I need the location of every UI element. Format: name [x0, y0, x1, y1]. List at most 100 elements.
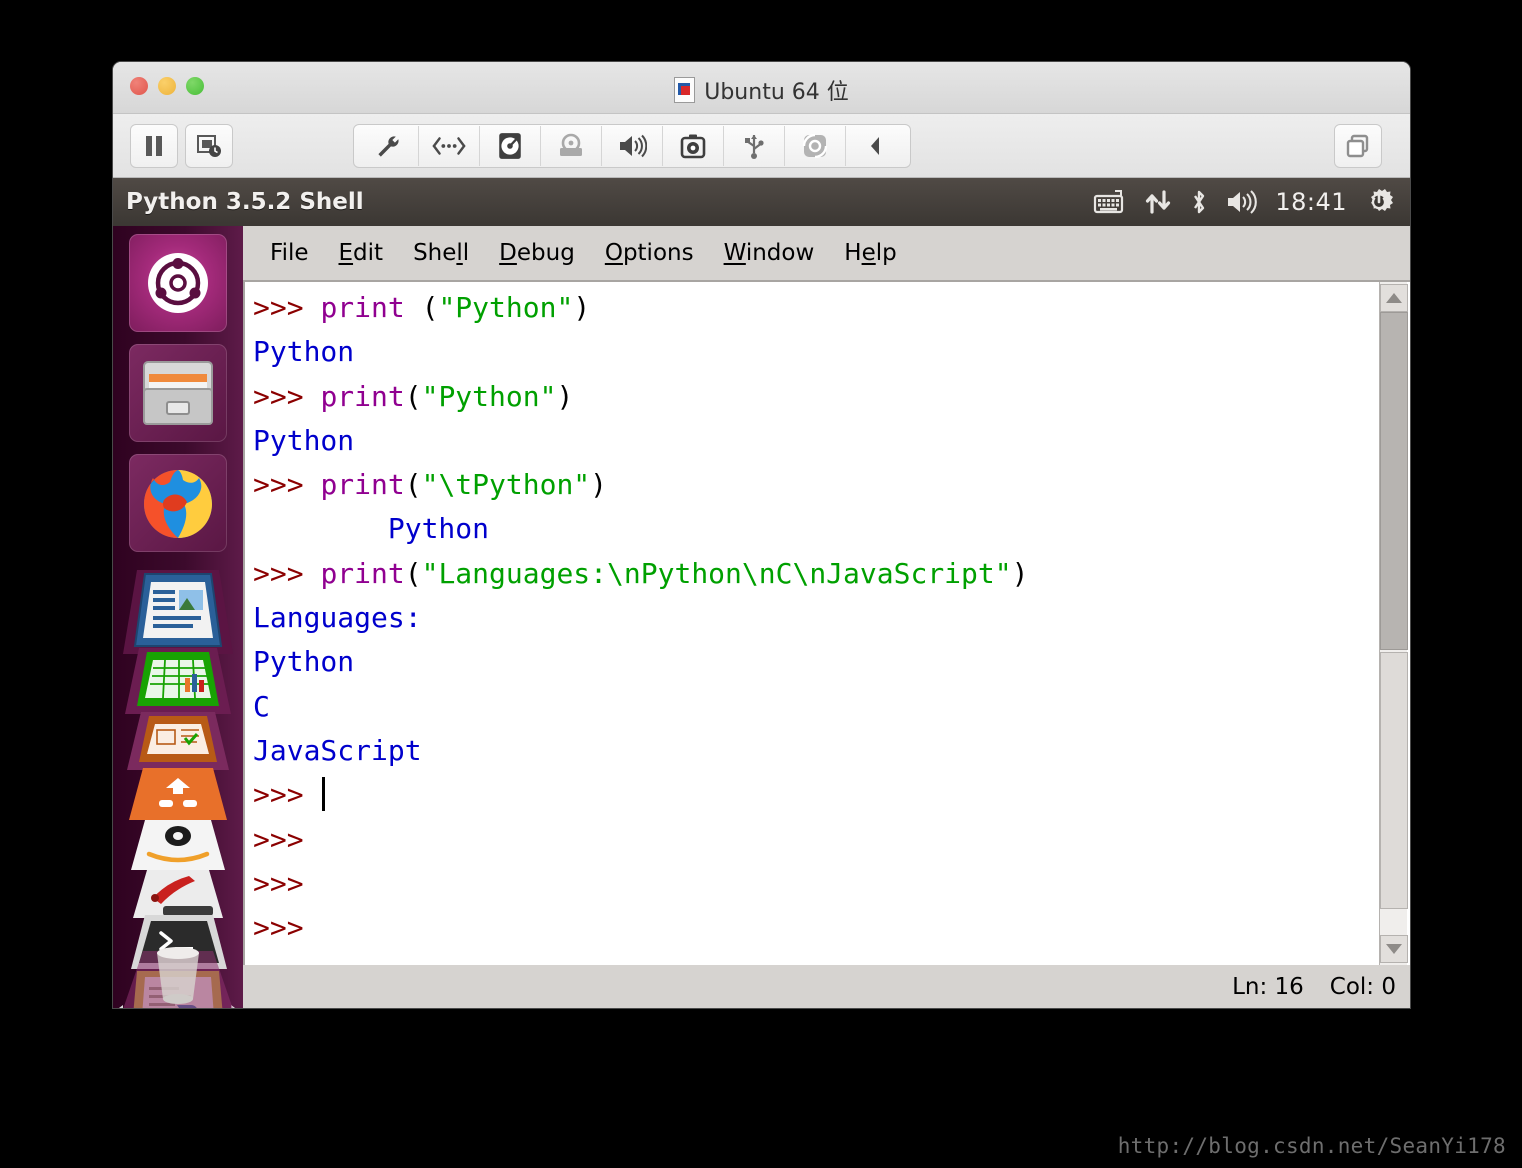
launcher-item-trash[interactable]: [113, 945, 243, 1008]
scrollbar-thumb[interactable]: [1380, 312, 1408, 650]
vm-title-group: Ubuntu 64 位: [113, 74, 1410, 106]
network-transfer-icon[interactable]: [1144, 188, 1172, 216]
shell-token-plain: ): [573, 291, 591, 324]
scroll-down-arrow[interactable]: [1380, 935, 1408, 963]
file-cabinet-icon: [143, 361, 213, 425]
scroll-up-arrow[interactable]: [1380, 284, 1408, 312]
shell-token-plain: ): [590, 468, 608, 502]
snapshot-button[interactable]: [185, 124, 233, 168]
launcher-item-calc[interactable]: [113, 644, 243, 716]
camera-icon[interactable]: [662, 126, 723, 166]
session-gear-icon[interactable]: [1364, 187, 1394, 217]
launcher-item-amazon[interactable]: [113, 816, 243, 872]
shell-token-kw: print: [320, 556, 405, 590]
shell-token-plain: (: [404, 556, 422, 590]
panel-window-title: Python 3.5.2 Shell: [126, 189, 364, 215]
shell-line: >>> print("Python"): [253, 375, 1374, 419]
pause-icon: [146, 136, 162, 156]
shell-scrollbar[interactable]: [1375, 282, 1410, 965]
launcher-item-software[interactable]: [113, 764, 243, 822]
shell-line: >>>: [253, 906, 1374, 950]
collapse-arrow-icon[interactable]: [845, 126, 906, 166]
chevron-up-icon: [1386, 293, 1402, 303]
shell-line: >>>: [253, 773, 1374, 817]
menu-debug[interactable]: Debug: [486, 236, 588, 270]
shared-folders-icon[interactable]: [784, 126, 845, 166]
shell-line: >>> print ("Python"): [253, 286, 1374, 330]
shell-token-out: C: [253, 689, 270, 723]
shell-token-prompt: >>>: [253, 556, 321, 590]
shell-token-prompt: >>>: [253, 866, 304, 900]
shell-text: >>> print ("Python") Python >>> print("Pyt…: [253, 286, 1374, 950]
libreoffice-impress-icon: [127, 712, 229, 770]
shell-token-prompt: >>>: [253, 822, 304, 856]
ubuntu-logo-icon: [148, 253, 208, 313]
ubuntu-software-icon: [129, 768, 227, 820]
trash-icon: [123, 947, 233, 1008]
shell-token-plain: (: [404, 379, 422, 413]
menu-window[interactable]: Window: [711, 236, 828, 270]
bluetooth-icon[interactable]: [1189, 188, 1209, 216]
menu-options[interactable]: Options: [592, 236, 707, 270]
menu-mnemonic: D: [499, 240, 517, 266]
settings-wrench-icon[interactable]: [358, 126, 418, 166]
shell-token-plain: ): [1011, 556, 1029, 590]
shell-token-out: Languages:: [253, 601, 422, 635]
volume-icon[interactable]: [1226, 189, 1258, 215]
vm-device-toolbar: [353, 124, 911, 168]
shell-line: C: [253, 685, 1374, 729]
pause-button[interactable]: [130, 124, 178, 168]
network-icon[interactable]: [418, 126, 479, 166]
shell-token-plain: (: [404, 468, 422, 502]
shell-token-str: "Python": [421, 379, 557, 413]
shell-token-prompt: >>>: [253, 291, 321, 324]
shell-token-plain: ): [556, 379, 574, 413]
menu-help[interactable]: Help: [831, 236, 909, 270]
shell-token-prompt: >>>: [253, 911, 304, 945]
menu-mnemonic: W: [723, 240, 746, 266]
shell-token-str: "Languages:\nPython\nC\nJavaScript": [421, 556, 1012, 590]
shell-token-kw: print: [320, 468, 405, 502]
vm-document-icon: [674, 77, 696, 103]
menu-mnemonic: l: [456, 240, 463, 266]
cd-dvd-icon[interactable]: [540, 126, 601, 166]
launcher-item-files[interactable]: [129, 344, 227, 442]
shell-line: Python: [253, 507, 1374, 551]
launcher-item-dash[interactable]: [129, 234, 227, 332]
shell-line: >>> print("Languages:\nPython\nC\nJavaSc…: [253, 552, 1374, 596]
vm-toolbar: [113, 114, 1410, 178]
shell-token-prompt: >>>: [253, 778, 321, 812]
keyboard-indicator-icon[interactable]: [1093, 189, 1127, 215]
firefox-icon: [144, 470, 212, 538]
snapshot-icon: [197, 135, 221, 157]
sound-icon[interactable]: [601, 126, 662, 166]
launcher-item-firefox[interactable]: [129, 454, 227, 552]
vm-titlebar: Ubuntu 64 位: [113, 62, 1410, 114]
launcher-item-impress[interactable]: [113, 708, 243, 772]
text-caret: [322, 777, 326, 812]
unity-view-button[interactable]: [1334, 124, 1382, 168]
vmware-window: Ubuntu 64 位 Python 3.5.2 Shell 18:41 Fil…: [113, 62, 1410, 1008]
menu-shell[interactable]: Shell: [400, 236, 482, 270]
scrollbar-lower-track[interactable]: [1380, 652, 1408, 909]
shell-token-out: Python: [253, 423, 355, 457]
usb-icon[interactable]: [723, 126, 784, 166]
vm-title: Ubuntu 64 位: [704, 80, 849, 105]
shell-output-area[interactable]: >>> print ("Python") Python >>> print("Pyt…: [243, 280, 1410, 965]
menu-edit[interactable]: Edit: [326, 236, 397, 270]
shell-line: >>> print("\tPython"): [253, 463, 1374, 507]
panel-clock[interactable]: 18:41: [1275, 188, 1347, 216]
hard-disk-icon[interactable]: [479, 126, 540, 166]
shell-line: >>>: [253, 862, 1374, 906]
shell-line: Python: [253, 640, 1374, 684]
launcher-item-writer[interactable]: [113, 566, 243, 656]
shell-line: Languages:: [253, 596, 1374, 640]
shell-token-out: JavaScript: [253, 733, 422, 767]
menu-file[interactable]: File: [257, 236, 322, 270]
shell-token-str: "Python": [438, 291, 574, 324]
panel-indicators: 18:41: [1093, 187, 1410, 217]
libreoffice-calc-icon: [125, 648, 231, 714]
idle-shell-window: File Edit Shell Debug Options Window Help >>> …: [243, 226, 1410, 1008]
libreoffice-writer-icon: [123, 570, 233, 654]
ubuntu-desktop: Python 3.5.2 Shell 18:41 File Edit Shell…: [113, 178, 1410, 1008]
